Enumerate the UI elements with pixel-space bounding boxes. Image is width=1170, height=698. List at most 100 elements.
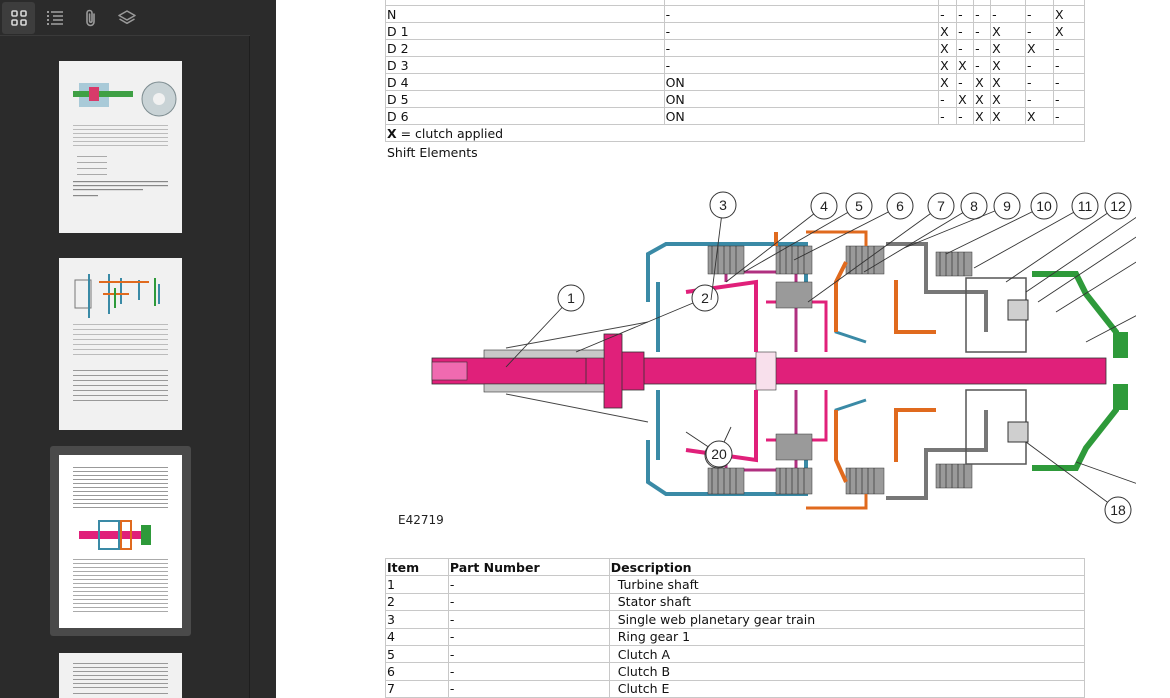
sidebar	[0, 0, 250, 698]
clutch-state-cell: -	[938, 90, 958, 108]
callout-label: 8	[970, 198, 978, 214]
clutch-state-cell: X	[973, 73, 992, 91]
layers-view-button[interactable]	[110, 2, 143, 34]
clutch-state-cell: X	[938, 73, 958, 91]
callout-label: 12	[1110, 198, 1126, 214]
description-cell: Ring gear 1	[608, 627, 1086, 646]
table-row: D 5 ON - X X X - -	[385, 90, 1085, 108]
description-cell: Turbine shaft	[608, 575, 1086, 594]
page-thumbnail-preview	[73, 663, 168, 694]
table-row: N------X	[385, 5, 1085, 23]
sidebar-splitter[interactable]	[250, 0, 276, 698]
clutch-state-cell: -	[1053, 107, 1085, 125]
lockup-cell: ON	[663, 73, 940, 91]
figure-id: E42719	[398, 513, 444, 527]
clutch-state-cell: X	[956, 56, 975, 74]
legend-cell: X = clutch applied	[385, 124, 1085, 142]
table-row: 2- Stator shaft	[385, 592, 1086, 612]
leader-line	[1037, 236, 1136, 303]
shift-table-body: N------XD 1-X--X-XD 2-X--XX-D 3-XX-X--D …	[385, 5, 1085, 125]
table-row: D 1-X--X-X	[385, 22, 1085, 40]
page-thumbnail-1[interactable]	[59, 61, 182, 233]
clutch-state-cell: -	[956, 39, 975, 57]
lockup-cell: ON	[663, 90, 940, 108]
page-thumbnail-preview	[73, 274, 168, 401]
table-row: 3- Single web planetary gear train	[385, 610, 1086, 629]
thumbnails-view-button[interactable]	[2, 2, 35, 34]
table-row: 4- Ring gear 1	[385, 627, 1086, 646]
item-cell: 1	[385, 575, 449, 594]
table-row: D 3-XX-X--	[385, 56, 1085, 74]
callout-label: 10	[1036, 198, 1052, 214]
clutch-state-cell: -	[938, 5, 958, 23]
lockup-cell: -	[663, 56, 940, 74]
transmission-diagram: 1234567891011121314151617181920	[431, 191, 1136, 524]
table-row: 1- Turbine shaft	[385, 575, 1086, 594]
description-cell: Clutch A	[608, 644, 1086, 664]
description-cell: Clutch E	[608, 679, 1086, 698]
gear-cell: D 4	[385, 73, 665, 91]
leader-line	[945, 205, 1045, 255]
callout-label: 3	[719, 197, 727, 213]
clutch-state-cell: X	[990, 39, 1027, 57]
gear-cell: D 2	[385, 39, 665, 57]
part-number-cell: -	[447, 610, 610, 629]
item-cell: 6	[385, 662, 449, 681]
callout-18: 18	[1025, 441, 1132, 524]
leader-line	[575, 297, 706, 353]
description-cell: Clutch B	[608, 662, 1086, 681]
attachments-view-button[interactable]	[74, 2, 107, 34]
table-row: 5- Clutch A	[385, 644, 1086, 664]
part-number-cell: -	[447, 644, 610, 664]
clutch-state-cell: X	[990, 107, 1027, 125]
page-thumbnail-preview	[73, 467, 168, 612]
header-part-number: Part Number	[447, 557, 610, 577]
clutch-state-cell: -	[1053, 56, 1085, 74]
table-header-row: Item Part Number Description	[385, 557, 1086, 577]
page-thumbnail-3[interactable]	[59, 455, 182, 628]
page-thumbnail-2[interactable]	[59, 258, 182, 430]
leader-line	[1085, 315, 1136, 343]
clutch-state-cell: X	[973, 107, 992, 125]
clutch-state-cell: X	[1025, 39, 1054, 57]
lockup-cell: ON	[663, 107, 940, 125]
part-number-cell: -	[447, 662, 610, 681]
clutch-state-cell: X	[990, 73, 1027, 91]
clutch-state-cell: X	[973, 90, 992, 108]
figure-caption: Shift Elements	[387, 145, 478, 160]
description-cell: Single web planetary gear train	[608, 610, 1086, 629]
clutch-state-cell: X	[990, 90, 1027, 108]
description-cell: Stator shaft	[608, 592, 1086, 612]
clutch-state-cell: X	[1053, 22, 1085, 40]
callout-label: 2	[701, 290, 709, 306]
leader-line	[1025, 441, 1119, 511]
leader-line	[973, 205, 1086, 269]
gear-cell: D 3	[385, 56, 665, 74]
item-cell: 2	[385, 592, 449, 612]
lockup-cell: -	[663, 5, 940, 23]
callout-label: 6	[896, 198, 904, 214]
clutch-state-cell: X	[938, 22, 958, 40]
clutch-state-cell: -	[990, 5, 1027, 23]
sidebar-toolbar	[0, 0, 250, 36]
clutch-state-cell: -	[973, 39, 992, 57]
clutch-state-cell: -	[956, 22, 975, 40]
outline-view-button[interactable]	[38, 2, 71, 34]
callout-label: 9	[1003, 198, 1011, 214]
shift-table: N------XD 1-X--X-XD 2-X--XX-D 3-XX-X--D …	[385, 0, 1085, 142]
clutch-state-cell: -	[1053, 73, 1085, 91]
table-row: D 4 ON X - X X - -	[385, 73, 1085, 91]
leader-line	[903, 205, 1008, 249]
pdf-viewer: N------XD 1-X--X-XD 2-X--XX-D 3-XX-X--D …	[0, 0, 1170, 698]
thumbnail-list[interactable]	[0, 37, 250, 698]
clutch-state-cell: -	[956, 73, 975, 91]
gear-cell: D 5	[385, 90, 665, 108]
table-row: 7- Clutch E	[385, 679, 1086, 698]
header-item: Item	[385, 557, 449, 577]
clutch-state-cell: -	[956, 107, 975, 125]
clutch-state-cell: -	[973, 56, 992, 74]
page-thumbnail-4[interactable]	[59, 653, 182, 698]
clutch-state-cell: -	[1025, 5, 1054, 23]
legend-symbol: X	[387, 125, 397, 141]
clutch-state-cell: -	[1025, 22, 1054, 40]
